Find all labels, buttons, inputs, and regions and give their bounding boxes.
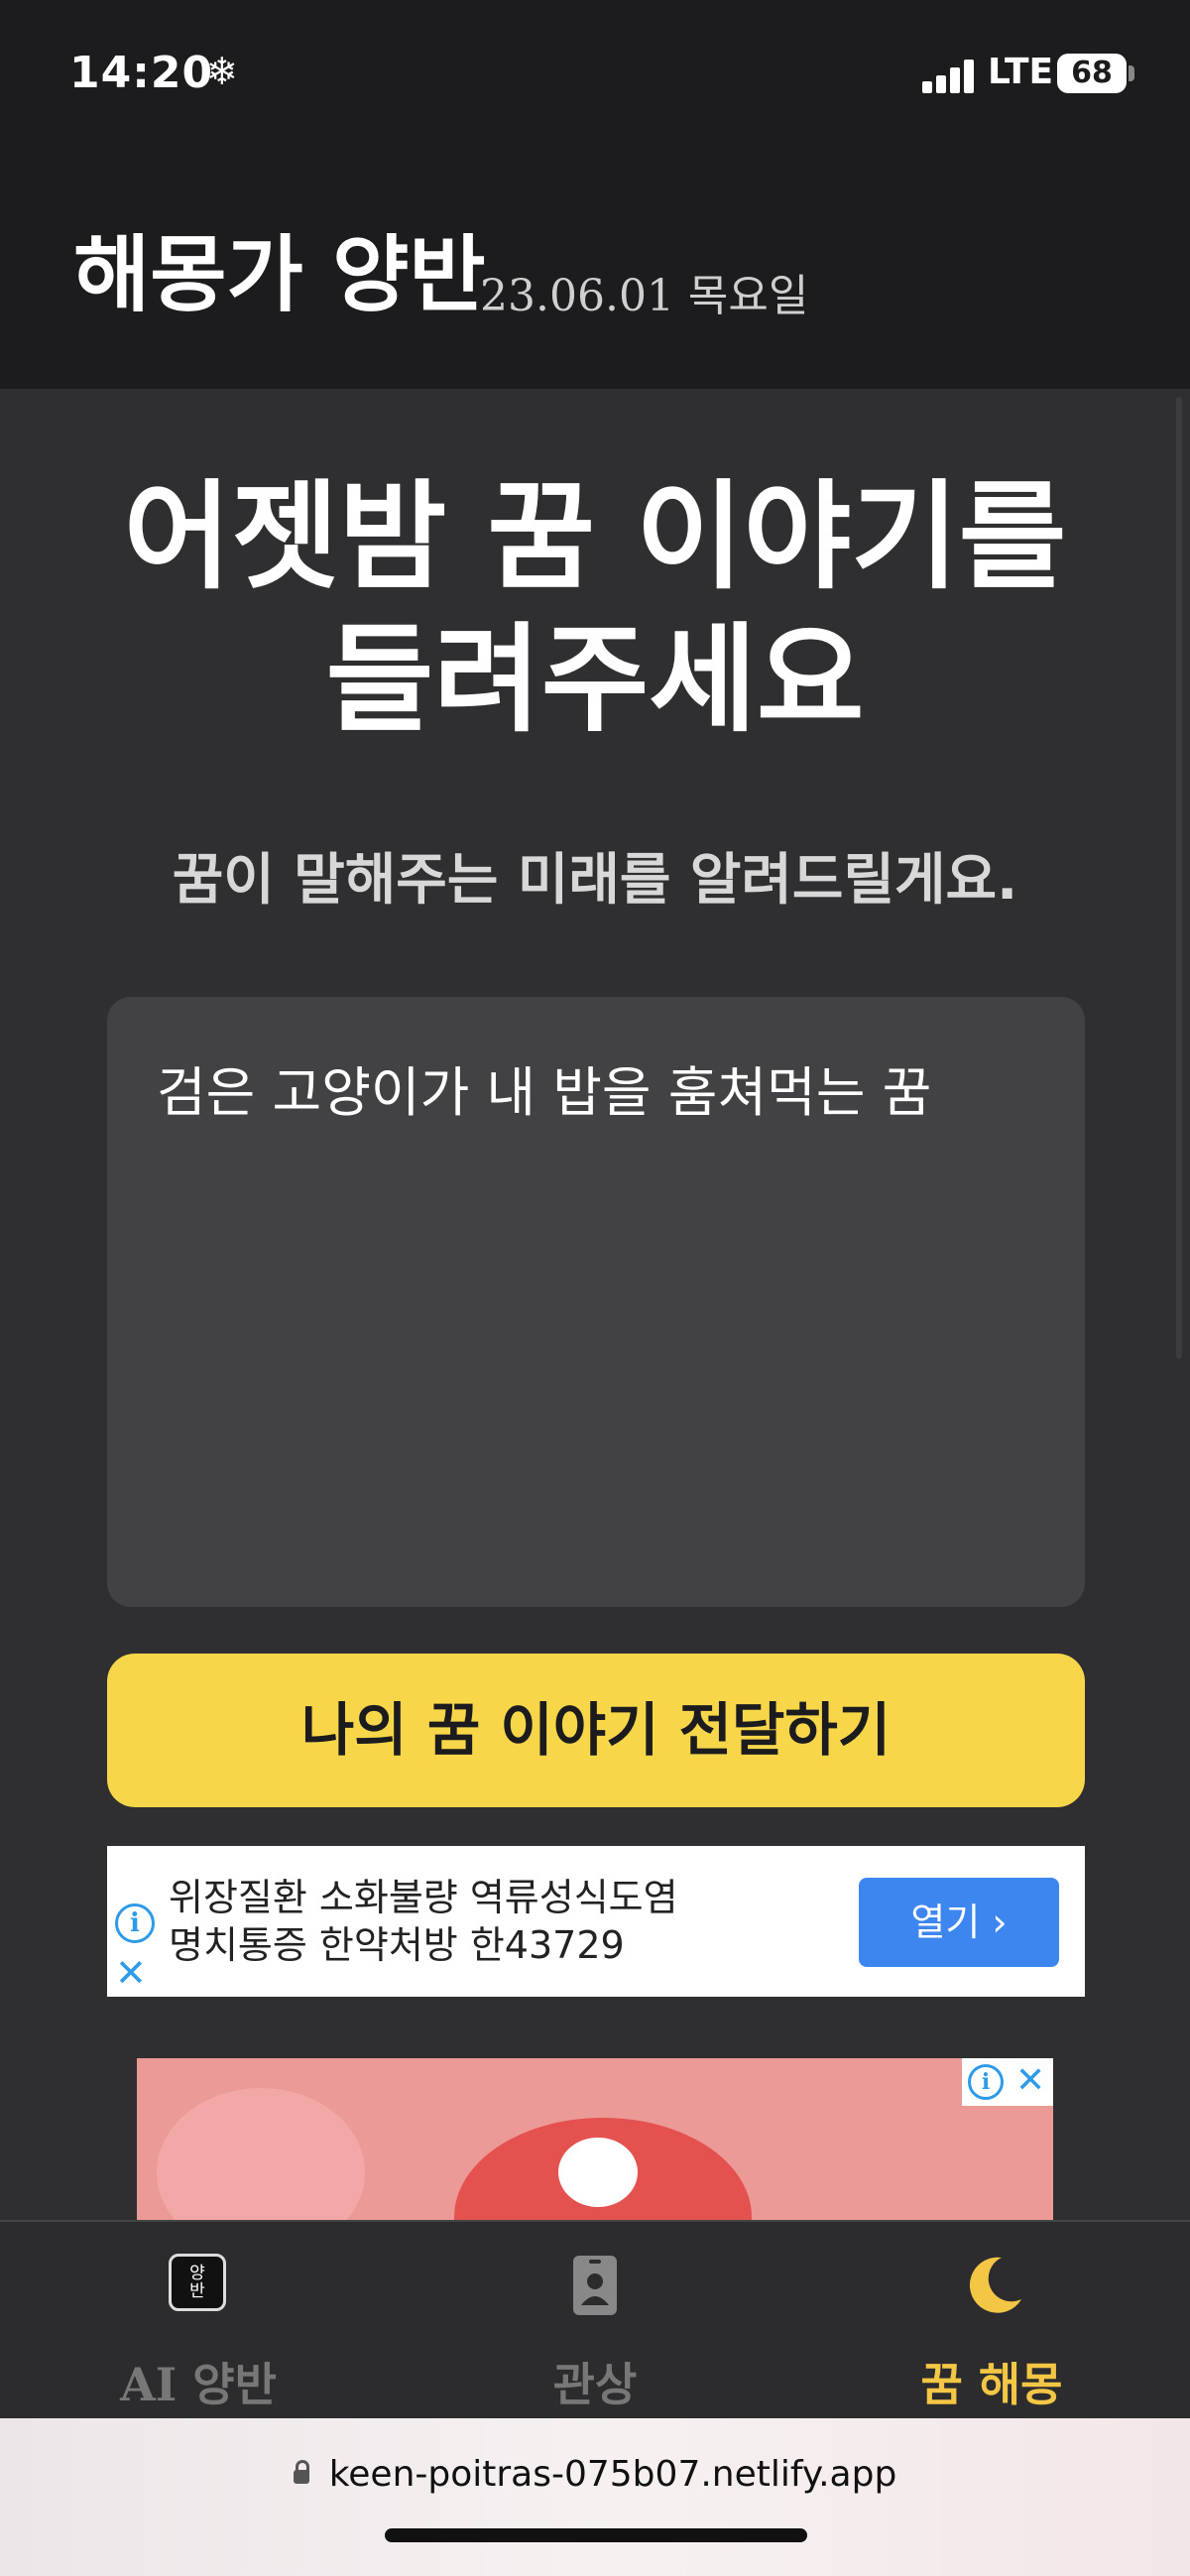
app-title[interactable]: 해몽가 양반: [73, 208, 486, 328]
network-label: LTE: [988, 52, 1054, 92]
page-headline: 어젯밤 꿈 이야기를 들려주세요: [0, 466, 1190, 752]
dream-input[interactable]: 검은 고양이가 내 밥을 훔쳐먹는 꿈: [107, 997, 1085, 1607]
tab-label: 꿈 해몽: [920, 2358, 1063, 2411]
ad-character-face: [558, 2138, 638, 2207]
ad-info-icon[interactable]: i: [115, 1903, 155, 1943]
battery-nub: [1129, 65, 1134, 81]
header-date: 23.06.01 목요일: [480, 271, 809, 321]
status-bar: 14:20 ❄ LTE 68: [0, 0, 1190, 149]
snowflake-icon: ❄: [206, 50, 238, 93]
moon-icon: [962, 2254, 1021, 2313]
ad-line-1: 위장질환 소화불량 역류성식도염: [169, 1876, 678, 1919]
image-ad-controls: i ✕: [962, 2058, 1053, 2106]
home-indicator[interactable]: [385, 2528, 807, 2542]
image-ad-info-icon[interactable]: i: [968, 2064, 1004, 2100]
yangban-badge-text: 양반: [169, 2254, 226, 2311]
ad-banner[interactable]: i ✕ 위장질환 소화불량 역류성식도염 명치통증 한약처방 한43729 열기…: [107, 1846, 1085, 1997]
headline-line-2: 들려주세요: [325, 610, 865, 748]
tab-label: 관상: [552, 2358, 638, 2411]
submit-dream-button[interactable]: 나의 꿈 이야기 전달하기: [107, 1654, 1085, 1807]
ad-heart-shape: [157, 2088, 365, 2222]
top-bar: 14:20 ❄ LTE 68 해몽가 양반 23.06.01 목요일: [0, 0, 1190, 389]
yangban-badge-icon: 양반: [169, 2254, 228, 2313]
tab-face-reading[interactable]: 관상: [397, 2222, 793, 2420]
battery-icon: 68: [1057, 54, 1127, 93]
url-display[interactable]: keen-poitras-075b07.netlify.app: [0, 2454, 1190, 2495]
moon-svg: [969, 2257, 1021, 2313]
id-badge-icon: [565, 2254, 625, 2315]
lock-icon: [293, 2460, 309, 2484]
tab-label: AI 양반: [120, 2358, 277, 2411]
page-subtitle: 꿈이 말해주는 미래를 알려드릴게요.: [172, 848, 1018, 913]
tab-dream-interpretation[interactable]: 꿈 해몽: [793, 2222, 1190, 2420]
image-ad-close-icon[interactable]: ✕: [1015, 2060, 1045, 2101]
url-text: keen-poitras-075b07.netlify.app: [328, 2454, 897, 2495]
headline-line-1: 어젯밤 꿈 이야기를: [123, 468, 1067, 605]
ad-open-button[interactable]: 열기 ›: [859, 1878, 1059, 1967]
id-badge-svg: [573, 2256, 617, 2315]
browser-url-bar[interactable]: keen-poitras-075b07.netlify.app: [0, 2418, 1190, 2576]
ad-close-icon[interactable]: ✕: [115, 1951, 147, 1995]
tab-ai-yangban[interactable]: 양반 AI 양반: [0, 2222, 397, 2420]
status-time: 14:20: [69, 48, 214, 98]
ad-line-2: 명치통증 한약처방 한43729: [169, 1923, 625, 1967]
ad-text: 위장질환 소화불량 역류성식도염 명치통증 한약처방 한43729: [169, 1874, 678, 1969]
bottom-tab-bar: 양반 AI 양반 관상 꿈 해몽: [0, 2220, 1190, 2420]
signal-icon: [922, 58, 982, 93]
image-ad[interactable]: i ✕: [137, 2058, 1053, 2222]
